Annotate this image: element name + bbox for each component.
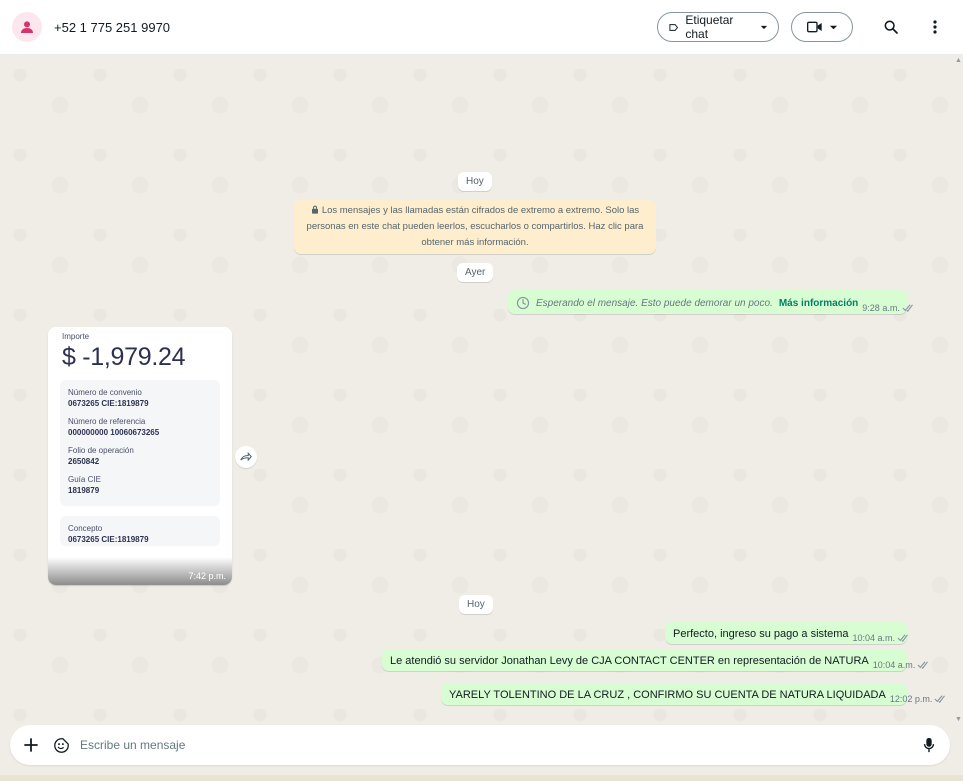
- sticker-button[interactable]: [50, 734, 72, 756]
- sticker-icon: [53, 737, 69, 753]
- field-value: 2650842: [68, 457, 100, 466]
- message-text: YARELY TOLENTINO DE LA CRUZ , CONFIRMO S…: [449, 689, 886, 701]
- menu-button[interactable]: [919, 11, 951, 43]
- receipt-field: Folio de operación 2650842: [68, 446, 212, 466]
- window-bottom-edge: [0, 775, 963, 781]
- contact-avatar[interactable]: [12, 12, 42, 42]
- contact-name[interactable]: +52 1 775 251 9970: [54, 20, 170, 35]
- payment-receipt-image: Importe $ -1,979.24 Número de convenio 0…: [48, 327, 232, 585]
- lock-icon: [311, 205, 318, 214]
- message-text: Le atendió su servidor Jonathan Levy de …: [390, 655, 869, 667]
- attach-button[interactable]: [20, 734, 42, 756]
- field-key: Folio de operación: [68, 446, 134, 455]
- message-list[interactable]: Hoy Los mensajes y las llamadas están ci…: [0, 55, 963, 725]
- date-separator: Hoy: [458, 172, 492, 191]
- scroll-up-icon[interactable]: ▲: [955, 57, 962, 64]
- more-info-link[interactable]: Más información: [779, 298, 858, 309]
- field-key: Número de referencia: [68, 417, 146, 426]
- message-time: 12:02 p.m.: [889, 694, 933, 704]
- chevron-down-icon: [760, 25, 768, 29]
- date-separator: Ayer: [457, 263, 494, 282]
- video-camera-icon: [806, 21, 822, 33]
- message-time: 7:42 p.m.: [188, 571, 226, 581]
- field-value: 0673265 CIE:1819879: [68, 399, 149, 408]
- outgoing-message[interactable]: Le atendió su servidor Jonathan Levy de …: [382, 649, 929, 671]
- microphone-icon: [923, 737, 935, 753]
- video-call-button[interactable]: [791, 12, 853, 42]
- message-meta: 9:28 a.m.: [862, 303, 915, 313]
- message-time: 10:04 a.m.: [872, 660, 916, 670]
- search-button[interactable]: [875, 11, 907, 43]
- chevron-down-icon: [829, 25, 837, 29]
- encryption-notice-text: Los mensajes y las llamadas están cifrad…: [306, 205, 644, 248]
- scroll-down-icon[interactable]: ▼: [955, 716, 962, 723]
- field-key: Número de convenio: [68, 388, 142, 397]
- person-icon: [21, 21, 33, 33]
- message-input[interactable]: [80, 738, 918, 752]
- importe-label: Importe: [62, 332, 90, 341]
- forward-button[interactable]: [235, 446, 257, 468]
- message-time: 9:28 a.m.: [862, 303, 900, 313]
- label-chat-button[interactable]: Etiquetar chat: [657, 12, 779, 42]
- chat-header: +52 1 775 251 9970 Etiquetar chat: [0, 0, 963, 55]
- receipt-field: Número de referencia 000000000 100606732…: [68, 417, 212, 437]
- encryption-notice[interactable]: Los mensajes y las llamadas están cifrad…: [294, 200, 656, 254]
- outgoing-message[interactable]: Perfecto, ingreso su pago a sistema 10:0…: [665, 622, 910, 644]
- composer-area: [0, 725, 963, 781]
- message-meta: 10:04 a.m.: [873, 660, 931, 670]
- label-icon: [669, 23, 679, 31]
- label-chat-text: Etiquetar chat: [685, 13, 734, 41]
- chat-scrollbar[interactable]: ▲ ▼: [955, 55, 962, 725]
- waiting-message-text: Esperando el mensaje. Esto puede demorar…: [536, 297, 773, 309]
- header-actions: Etiquetar chat: [657, 11, 951, 43]
- composer: [10, 725, 950, 765]
- receipt-field: Guía CIE 1819879: [68, 475, 212, 495]
- message-time: 10:04 a.m.: [852, 633, 896, 643]
- message-meta: 12:02 p.m.: [890, 694, 948, 704]
- plus-icon: [24, 738, 38, 752]
- clock-icon: [516, 296, 530, 310]
- receipt-concept: Concepto 0673265 CIE:1819879: [60, 516, 220, 546]
- forward-icon: [240, 452, 252, 462]
- receipt-details: Número de convenio 0673265 CIE:1819879 N…: [60, 380, 220, 506]
- field-value: 1819879: [68, 486, 100, 495]
- date-separator: Hoy: [459, 595, 493, 614]
- message-meta: 10:04 a.m.: [852, 633, 910, 643]
- concept-label: Concepto: [68, 524, 103, 533]
- more-vertical-icon: [933, 20, 937, 34]
- receipt-field: Número de convenio 0673265 CIE:1819879: [68, 388, 212, 408]
- image-message[interactable]: Importe $ -1,979.24 Número de convenio 0…: [48, 327, 232, 585]
- waiting-message: Esperando el mensaje. Esto puede demorar…: [516, 296, 858, 310]
- double-check-icon: [897, 634, 908, 642]
- double-check-icon: [902, 304, 913, 312]
- double-check-icon: [917, 661, 929, 669]
- field-key: Guía CIE: [68, 475, 101, 484]
- search-icon: [884, 20, 898, 34]
- double-check-icon: [934, 695, 946, 703]
- receipt-amount: $ -1,979.24: [62, 343, 186, 371]
- outgoing-message[interactable]: YARELY TOLENTINO DE LA CRUZ , CONFIRMO S…: [441, 683, 946, 705]
- waiting-message-bubble[interactable]: Esperando el mensaje. Esto puede demorar…: [508, 290, 913, 314]
- field-value: 000000000 10060673265: [68, 428, 160, 437]
- message-text: Perfecto, ingreso su pago a sistema: [673, 628, 849, 640]
- voice-message-button[interactable]: [918, 734, 940, 756]
- concept-value: 0673265 CIE:1819879: [68, 535, 149, 544]
